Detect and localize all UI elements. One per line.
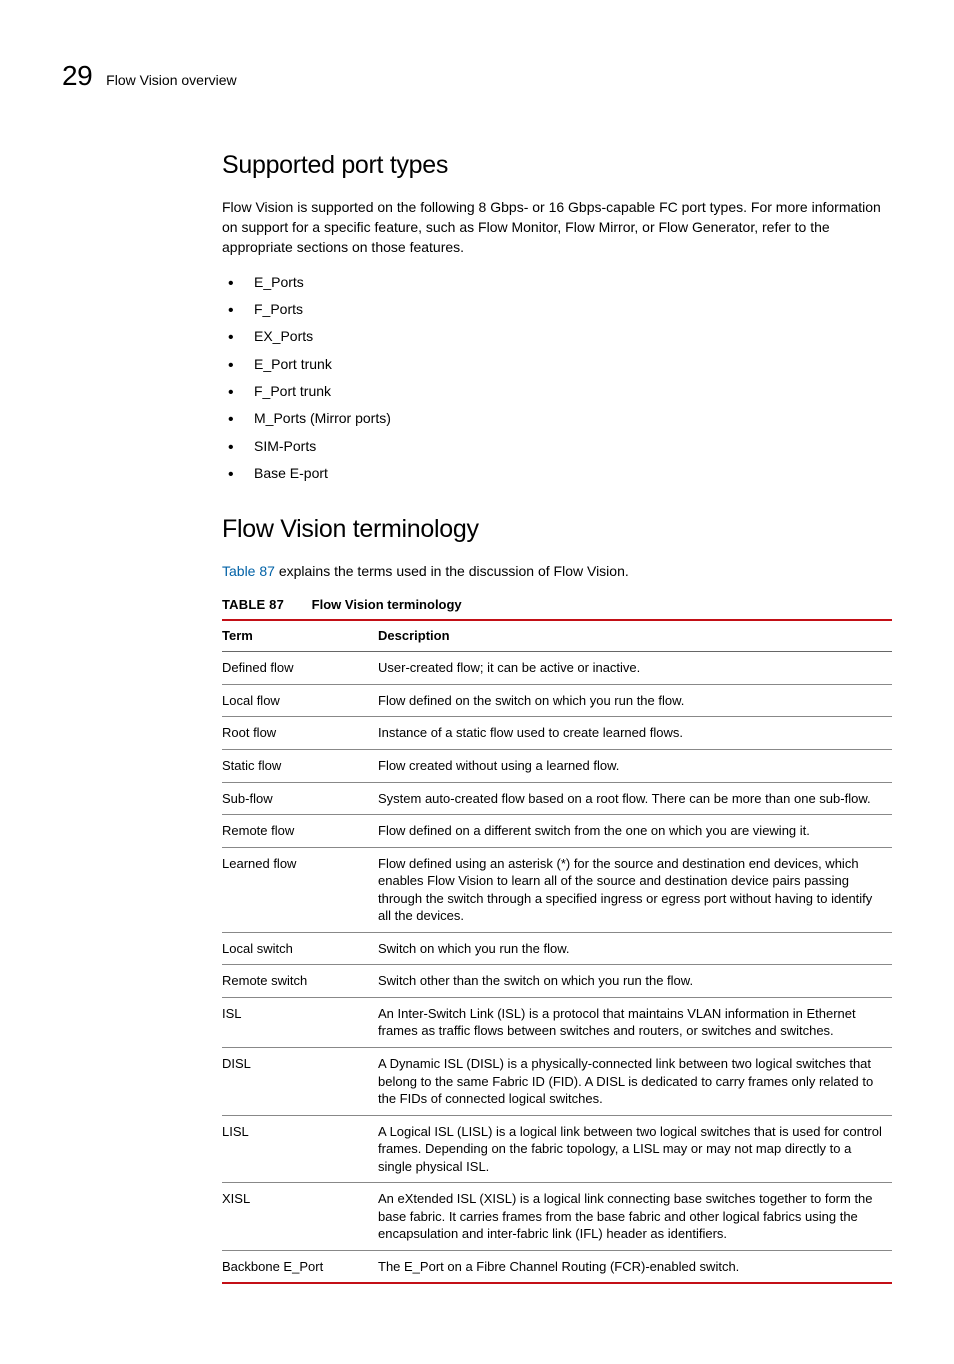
table-row: Local flowFlow defined on the switch on … bbox=[222, 684, 892, 717]
term-cell: Sub-flow bbox=[222, 782, 378, 815]
intro-rest: explains the terms used in the discussio… bbox=[275, 563, 629, 579]
desc-cell: Flow defined on the switch on which you … bbox=[378, 684, 892, 717]
term-cell: Remote switch bbox=[222, 965, 378, 998]
table-row: ISLAn Inter-Switch Link (ISL) is a proto… bbox=[222, 997, 892, 1047]
section-intro: Flow Vision is supported on the followin… bbox=[222, 197, 892, 258]
term-cell: Local switch bbox=[222, 932, 378, 965]
section-intro: Table 87 explains the terms used in the … bbox=[222, 561, 892, 581]
table-row: Learned flowFlow defined using an asteri… bbox=[222, 847, 892, 932]
term-cell: LISL bbox=[222, 1115, 378, 1183]
table-row: Defined flowUser-created flow; it can be… bbox=[222, 652, 892, 685]
table-row: DISLA Dynamic ISL (DISL) is a physically… bbox=[222, 1048, 892, 1116]
desc-cell: User-created flow; it can be active or i… bbox=[378, 652, 892, 685]
term-cell: ISL bbox=[222, 997, 378, 1047]
section-heading: Supported port types bbox=[222, 147, 892, 183]
desc-cell: A Logical ISL (LISL) is a logical link b… bbox=[378, 1115, 892, 1183]
desc-cell: Flow created without using a learned flo… bbox=[378, 749, 892, 782]
column-header-desc: Description bbox=[378, 620, 892, 652]
table-row: Local switchSwitch on which you run the … bbox=[222, 932, 892, 965]
desc-cell: System auto-created flow based on a root… bbox=[378, 782, 892, 815]
port-type-list: E_Ports F_Ports EX_Ports E_Port trunk F_Port… bbox=[222, 272, 892, 483]
chapter-number: 29 bbox=[62, 56, 92, 97]
running-header: 29 Flow Vision overview bbox=[62, 56, 892, 97]
table-row: Remote flowFlow defined on a different s… bbox=[222, 815, 892, 848]
desc-cell: An eXtended ISL (XISL) is a logical link… bbox=[378, 1183, 892, 1251]
term-cell: Root flow bbox=[222, 717, 378, 750]
list-item: Base E-port bbox=[222, 463, 892, 483]
table-row: Sub-flowSystem auto-created flow based o… bbox=[222, 782, 892, 815]
term-cell: XISL bbox=[222, 1183, 378, 1251]
desc-cell: Flow defined using an asterisk (*) for t… bbox=[378, 847, 892, 932]
table-row: LISLA Logical ISL (LISL) is a logical li… bbox=[222, 1115, 892, 1183]
term-cell: Local flow bbox=[222, 684, 378, 717]
term-cell: Learned flow bbox=[222, 847, 378, 932]
table-label: TABLE 87 bbox=[222, 597, 284, 612]
table-caption: TABLE 87 Flow Vision terminology bbox=[222, 596, 892, 615]
table-row: Static flowFlow created without using a … bbox=[222, 749, 892, 782]
list-item: M_Ports (Mirror ports) bbox=[222, 408, 892, 428]
list-item: E_Ports bbox=[222, 272, 892, 292]
section-heading: Flow Vision terminology bbox=[222, 511, 892, 547]
terminology-table: Term Description Defined flowUser-create… bbox=[222, 619, 892, 1285]
term-cell: Backbone E_Port bbox=[222, 1250, 378, 1283]
table-row: XISLAn eXtended ISL (XISL) is a logical … bbox=[222, 1183, 892, 1251]
list-item: SIM-Ports bbox=[222, 436, 892, 456]
desc-cell: Switch on which you run the flow. bbox=[378, 932, 892, 965]
running-title: Flow Vision overview bbox=[106, 70, 236, 90]
list-item: F_Ports bbox=[222, 299, 892, 319]
term-cell: Static flow bbox=[222, 749, 378, 782]
cross-reference-link[interactable]: Table 87 bbox=[222, 563, 275, 579]
column-header-term: Term bbox=[222, 620, 378, 652]
desc-cell: Flow defined on a different switch from … bbox=[378, 815, 892, 848]
desc-cell: A Dynamic ISL (DISL) is a physically-con… bbox=[378, 1048, 892, 1116]
desc-cell: Instance of a static flow used to create… bbox=[378, 717, 892, 750]
list-item: EX_Ports bbox=[222, 326, 892, 346]
list-item: F_Port trunk bbox=[222, 381, 892, 401]
desc-cell: Switch other than the switch on which yo… bbox=[378, 965, 892, 998]
list-item: E_Port trunk bbox=[222, 354, 892, 374]
term-cell: DISL bbox=[222, 1048, 378, 1116]
table-row: Backbone E_PortThe E_Port on a Fibre Cha… bbox=[222, 1250, 892, 1283]
table-row: Root flowInstance of a static flow used … bbox=[222, 717, 892, 750]
table-title: Flow Vision terminology bbox=[312, 597, 462, 612]
term-cell: Remote flow bbox=[222, 815, 378, 848]
term-cell: Defined flow bbox=[222, 652, 378, 685]
page-content: Supported port types Flow Vision is supp… bbox=[222, 147, 892, 1285]
table-row: Remote switchSwitch other than the switc… bbox=[222, 965, 892, 998]
desc-cell: The E_Port on a Fibre Channel Routing (F… bbox=[378, 1250, 892, 1283]
desc-cell: An Inter-Switch Link (ISL) is a protocol… bbox=[378, 997, 892, 1047]
